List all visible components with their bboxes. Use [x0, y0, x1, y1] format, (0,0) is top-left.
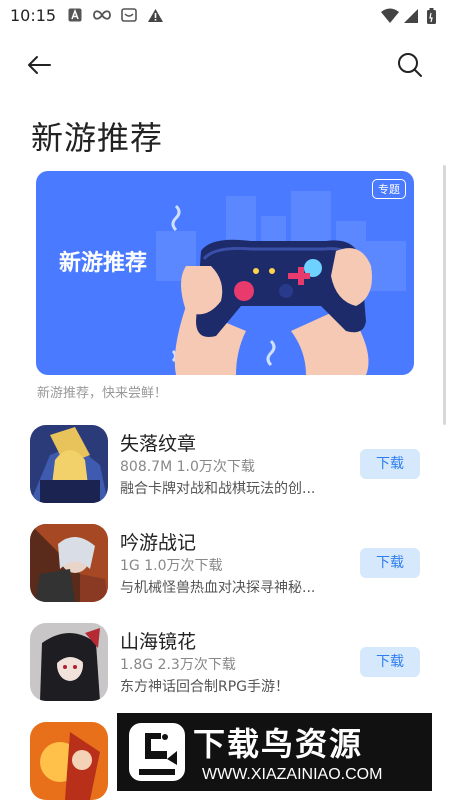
message-icon: [121, 8, 137, 22]
search-button[interactable]: [392, 50, 428, 80]
app-icon-shiluowenzhang[interactable]: [30, 425, 108, 503]
download-button[interactable]: 下载: [360, 449, 420, 479]
app-list-item[interactable]: 失落纹章 808.7M 1.0万次下载 融合卡牌对战和战棋玩法的创... 下载: [0, 425, 450, 515]
banner-caption: 新游推荐，快来尝鲜！: [37, 386, 168, 401]
app-list-item[interactable]: 吟游战记 1G 1.0万次下载 与机械怪兽热血对决探寻神秘... 下载: [0, 524, 450, 614]
system-icons: [381, 8, 436, 24]
game-art-icon: [30, 722, 108, 800]
app-description: 东方神话回合制RPG手游！: [120, 679, 290, 695]
warning-icon: [148, 9, 163, 22]
topic-badge: 专题: [372, 179, 406, 199]
site-watermark: 下载鸟资源 WWW.XIAZAINIAO.COM: [117, 713, 432, 791]
signal-icon: [404, 9, 418, 23]
download-button[interactable]: 下载: [360, 647, 420, 677]
topic-banner[interactable]: 新游推荐 专题: [36, 171, 414, 375]
notification-a-icon: [68, 8, 82, 22]
app-name: 失落纹章: [120, 433, 197, 455]
back-arrow-icon: [28, 56, 51, 74]
download-button[interactable]: 下载: [360, 548, 420, 578]
app-description: 融合卡牌对战和战棋玩法的创...: [120, 481, 316, 497]
game-art-icon: [30, 425, 108, 503]
scrollbar[interactable]: [443, 165, 446, 425]
app-size-downloads: 1.8G 2.3万次下载: [120, 657, 236, 673]
app-icon-partial[interactable]: [30, 722, 108, 800]
app-size-downloads: 808.7M 1.0万次下载: [120, 459, 255, 475]
page-title: 新游推荐: [31, 119, 164, 157]
game-art-icon: [30, 623, 108, 701]
app-list-item[interactable]: 山海镜花 1.8G 2.3万次下载 东方神话回合制RPG手游！ 下载: [0, 623, 450, 713]
bird-logo-icon: [129, 723, 185, 781]
infinity-icon: [93, 10, 111, 20]
back-button[interactable]: [22, 50, 58, 80]
game-art-icon: [30, 524, 108, 602]
banner-title: 新游推荐: [59, 251, 148, 276]
top-app-bar: [0, 40, 450, 90]
app-icon-yinyouzhanji[interactable]: [30, 524, 108, 602]
status-bar: 10:15: [0, 0, 450, 34]
app-size-downloads: 1G 1.0万次下载: [120, 558, 223, 574]
app-description: 与机械怪兽热血对决探寻神秘...: [120, 580, 316, 596]
app-icon-shanhaijinghua[interactable]: [30, 623, 108, 701]
wifi-icon: [381, 8, 399, 23]
status-time: 10:15: [10, 6, 57, 25]
watermark-url: WWW.XIAZAINIAO.COM: [202, 766, 383, 783]
watermark-title: 下载鸟资源: [193, 725, 364, 763]
app-name: 吟游战记: [120, 532, 197, 554]
search-icon: [398, 53, 422, 77]
app-name: 山海镜花: [120, 631, 197, 653]
